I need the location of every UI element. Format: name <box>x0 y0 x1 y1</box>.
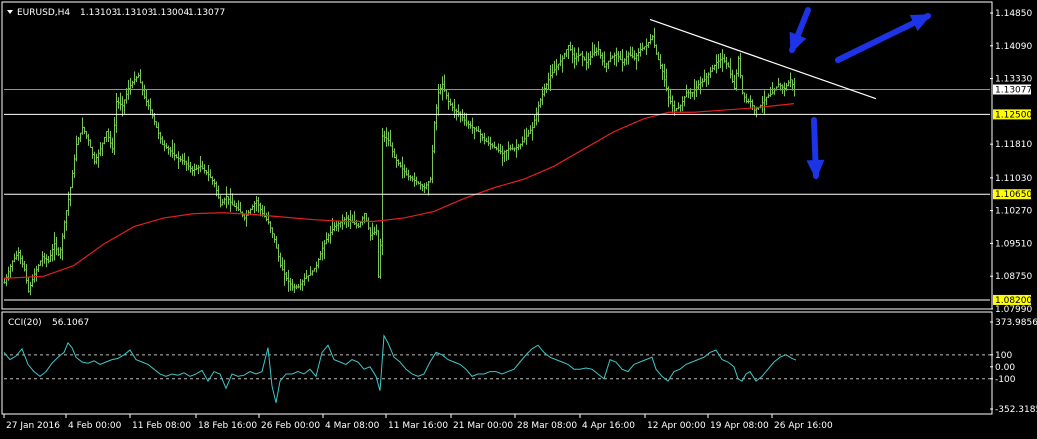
ohlc-open: 1.13103 <box>80 8 117 18</box>
current-price-label: 1.13077 <box>995 86 1032 96</box>
cci-tick-label: 100 <box>995 351 1012 361</box>
time-tick-label: 4 Feb 00:00 <box>68 421 122 431</box>
price-tick-label: 1.10270 <box>995 207 1032 217</box>
time-tick-label: 4 Mar 08:00 <box>325 421 380 431</box>
cci-tick-label: -352.3185 <box>995 405 1037 415</box>
price-tick-label: 1.09510 <box>995 239 1032 249</box>
time-tick-label: 11 Feb 08:00 <box>132 421 191 431</box>
cci-tick-label: -100 <box>995 375 1016 385</box>
time-tick-label: 4 Apr 16:00 <box>582 421 635 431</box>
time-tick-label: 27 Jan 2016 <box>6 421 60 431</box>
cci-indicator-label: CCI(20) <box>8 318 42 328</box>
time-tick-label: 12 Apr 00:00 <box>647 421 706 431</box>
symbol-label: EURUSD,H4 <box>17 8 70 18</box>
time-tick-label: 26 Feb 00:00 <box>261 421 320 431</box>
price-tick-label: 1.07990 <box>995 305 1032 315</box>
price-tick-label: 1.13330 <box>995 75 1032 85</box>
price-tick-label: 1.11810 <box>995 140 1032 150</box>
cci-tick-label: 373.9856 <box>995 318 1037 328</box>
time-tick-label: 21 Mar 00:00 <box>453 421 513 431</box>
symbol-header[interactable]: EURUSD,H4 1.13103 1.13103 1.13004 1.1307… <box>7 8 225 18</box>
cci-current-value: 56.1067 <box>52 318 89 328</box>
level-price-label: 1.10650 <box>995 190 1032 200</box>
cci-tick-label: 0.00 <box>995 363 1015 373</box>
time-tick-label: 28 Mar 08:00 <box>517 421 577 431</box>
ohlc-low: 1.13004 <box>152 8 189 18</box>
level-price-label: 1.12500 <box>995 110 1032 120</box>
price-tick-label: 1.14850 <box>995 9 1032 19</box>
time-tick-label: 26 Apr 16:00 <box>774 421 833 431</box>
ohlc-high: 1.13103 <box>116 8 153 18</box>
time-tick-label: 11 Mar 16:00 <box>388 421 448 431</box>
time-tick-label: 19 Apr 08:00 <box>710 421 769 431</box>
chart-background <box>0 0 1037 439</box>
price-tick-label: 1.08750 <box>995 272 1032 282</box>
time-tick-label: 18 Feb 16:00 <box>198 421 257 431</box>
price-tick-label: 1.11030 <box>995 174 1032 184</box>
chart-window: 1.125001.106501.082001.130771.148501.140… <box>0 0 1037 439</box>
price-tick-label: 1.14090 <box>995 42 1032 52</box>
ohlc-close: 1.13077 <box>188 8 225 18</box>
